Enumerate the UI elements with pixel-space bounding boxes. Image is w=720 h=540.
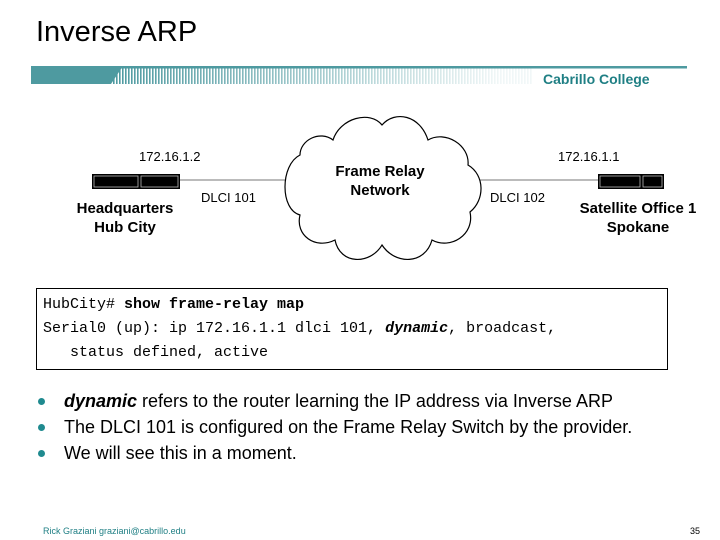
right-router-city: Spokane — [606, 219, 670, 236]
right-router-ip: 172.16.1.1 — [558, 149, 620, 164]
bullet-dot-icon — [38, 398, 45, 405]
left-router-dlci: DLCI 101 — [201, 190, 256, 205]
bullet-dot-icon — [38, 424, 45, 431]
cloud-label-line2: Network — [350, 182, 410, 199]
bullet-list: dynamic refers to the router learning th… — [36, 388, 632, 466]
left-router-name: Headquarters — [76, 200, 174, 217]
left-router-ip: 172.16.1.2 — [139, 149, 201, 164]
router-satellite-icon — [598, 174, 664, 189]
cli-line-1: HubCity# show frame-relay map — [43, 296, 305, 313]
cli-command: show frame-relay map — [124, 296, 305, 313]
right-router-dlci: DLCI 102 — [490, 190, 545, 205]
bullet-dot-icon — [38, 450, 45, 457]
left-router-city: Hub City — [94, 219, 156, 236]
cli-line-3: status defined, active — [43, 344, 269, 361]
bullet-item: The DLCI 101 is configured on the Frame … — [36, 414, 632, 440]
footer-author: Rick Graziani graziani@cabrillo.edu — [43, 526, 186, 536]
bullet-item: We will see this in a moment. — [36, 440, 632, 466]
cli-line-2: Serial0 (up): ip 172.16.1.1 dlci 101, dy… — [43, 320, 557, 337]
slide-title: Inverse ARP — [36, 16, 198, 48]
router-headquarters-icon — [92, 174, 180, 189]
page-number: 35 — [690, 526, 701, 536]
bullet-item: dynamic refers to the router learning th… — [36, 388, 632, 414]
cli-output-box: HubCity# show frame-relay map Serial0 (up… — [36, 288, 668, 370]
network-diagram: Frame Relay Network 172.16.1.2 DLCI 101 … — [0, 100, 720, 285]
right-router-name: Satellite Office 1 — [579, 200, 697, 217]
college-logo-text: Cabrillo College — [543, 71, 650, 87]
cli-dynamic-keyword: dynamic — [385, 320, 449, 337]
cloud-label-line1: Frame Relay — [335, 163, 425, 180]
